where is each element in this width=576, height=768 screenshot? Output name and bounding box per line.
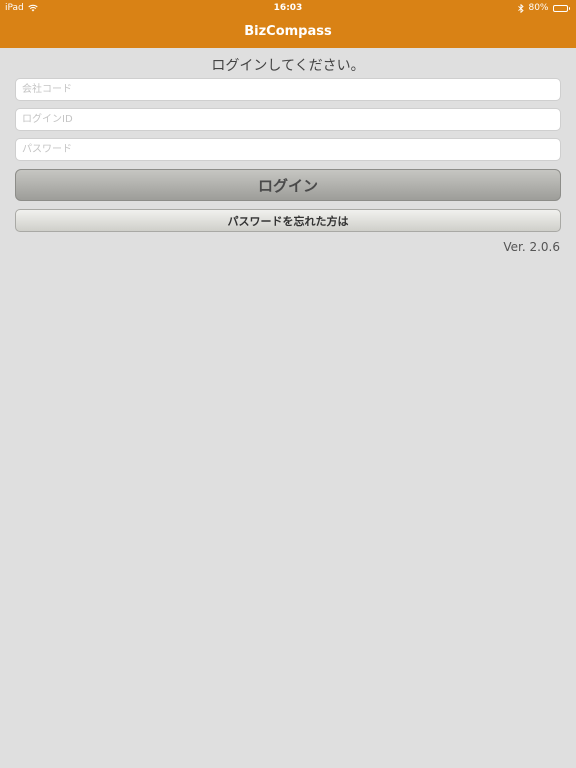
status-right: 80% [518, 3, 570, 13]
status-time: 16:03 [273, 3, 303, 13]
version-label: Ver. 2.0.6 [503, 240, 560, 254]
status-bar: iPad 16:03 80% [0, 0, 576, 16]
company-code-field[interactable] [15, 78, 561, 101]
bluetooth-icon [518, 3, 525, 13]
battery-icon [552, 4, 570, 12]
login-button[interactable]: ログイン [15, 169, 561, 201]
header-bar: iPad 16:03 80% BizCompass [0, 0, 576, 48]
battery-percent: 80% [528, 3, 549, 13]
password-field[interactable] [15, 138, 561, 161]
app-title: BizCompass [244, 24, 332, 39]
login-prompt: ログインしてください。 [211, 58, 365, 74]
forgot-password-button[interactable]: パスワードを忘れた方は [15, 209, 561, 232]
login-id-field[interactable] [15, 108, 561, 131]
